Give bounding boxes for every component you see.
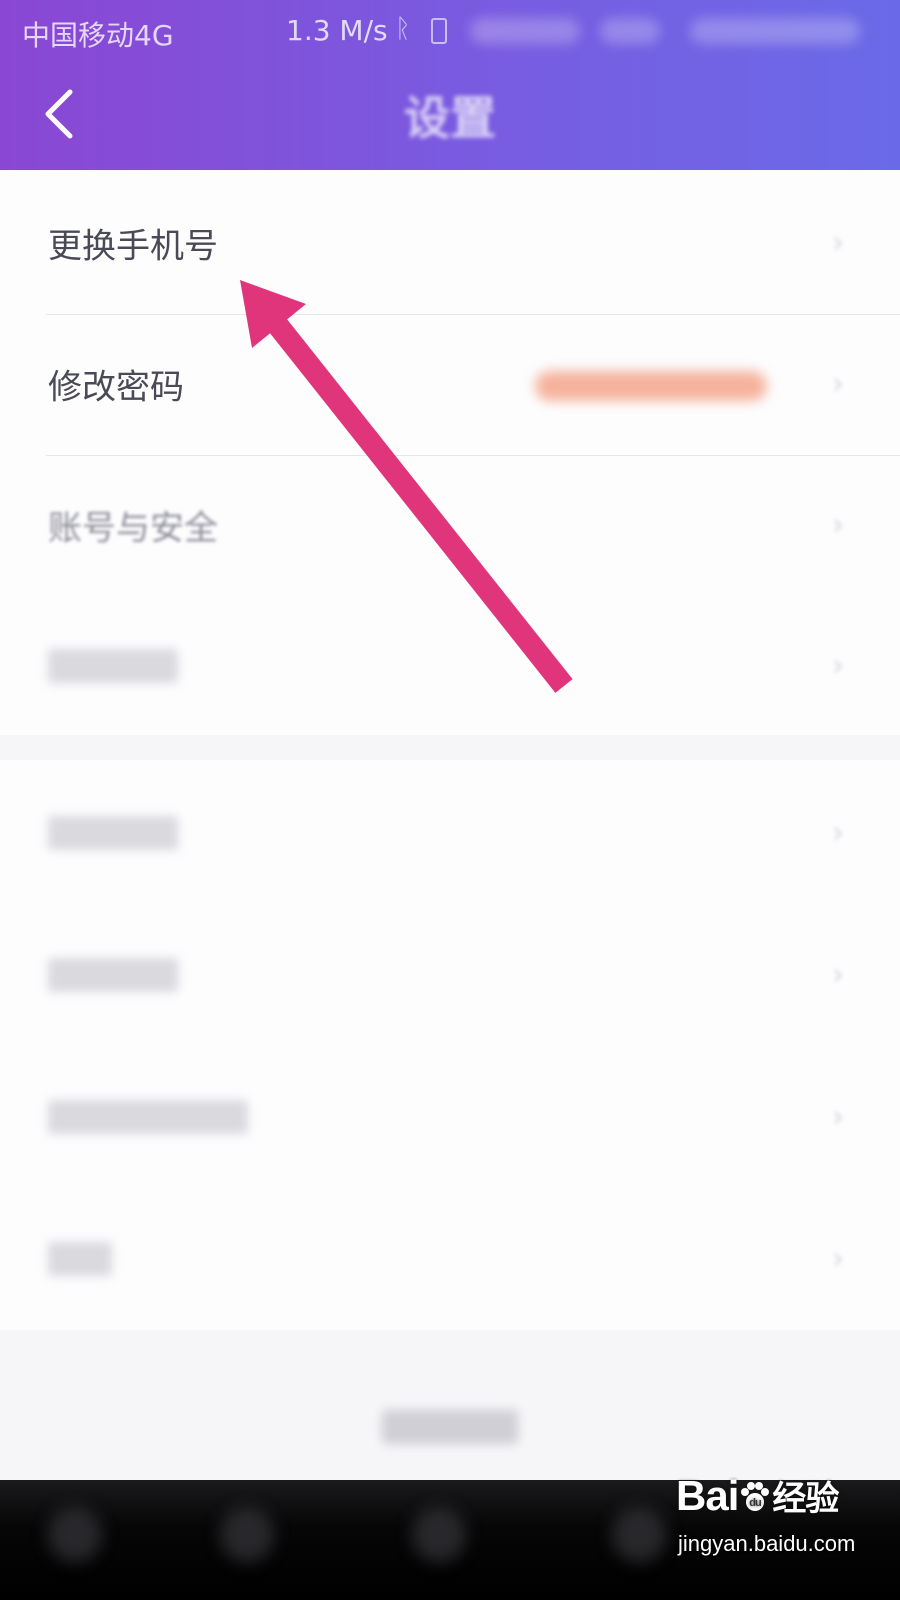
setting-label (48, 648, 178, 683)
nav-button-blurred[interactable] (412, 1508, 466, 1562)
watermark-url: jingyan.baidu.com (678, 1531, 856, 1556)
setting-row-blurred[interactable]: › (0, 902, 900, 1047)
setting-row-blurred[interactable]: › (0, 1186, 900, 1331)
setting-label (48, 815, 178, 850)
settings-group-account: 更换手机号 › 修改密码 › 账号与安全 › › (0, 170, 900, 735)
status-bar: 中国移动4G 1.3 M/s ᚱ (0, 0, 900, 64)
setting-row-blurred[interactable]: › (0, 760, 900, 905)
setting-label (48, 957, 178, 992)
setting-row-blurred[interactable]: › (0, 1044, 900, 1189)
chevron-right-icon: › (832, 507, 844, 542)
page-title: 设置 (404, 91, 496, 145)
logout-button[interactable] (0, 1385, 900, 1465)
chevron-right-icon: › (832, 1241, 844, 1276)
setting-change-password[interactable]: 修改密码 › (0, 311, 900, 456)
setting-label: 更换手机号 (48, 226, 218, 266)
baidu-jingyan-watermark: Bai du 经验 jingyan.baidu.com (676, 1465, 876, 1590)
chevron-right-icon: › (832, 225, 844, 260)
paw-icon: du (741, 1482, 770, 1511)
app-header: 中国移动4G 1.3 M/s ᚱ 设置 (0, 0, 900, 170)
bluetooth-icon: ᚱ (395, 14, 411, 44)
setting-change-phone[interactable]: 更换手机号 › (0, 170, 900, 315)
setting-label: 修改密码 (48, 367, 184, 407)
carrier-label: 中国移动4G (22, 19, 174, 52)
setting-label (48, 1099, 248, 1134)
svg-text:du: du (750, 1497, 762, 1509)
watermark-logo: Bai du 经验 (676, 1472, 839, 1519)
chevron-right-icon: › (832, 648, 844, 683)
nav-button-blurred[interactable] (220, 1508, 274, 1562)
settings-group-general: › › › › (0, 760, 900, 1330)
status-time-blurred (690, 18, 860, 44)
status-icons-blurred (470, 18, 580, 44)
logout-label (382, 1410, 518, 1444)
nav-button-blurred[interactable] (612, 1508, 666, 1562)
chevron-right-icon: › (832, 1099, 844, 1134)
vibrate-icon (431, 18, 447, 44)
status-icons-blurred-2 (600, 18, 660, 44)
password-hint-blurred (535, 371, 767, 401)
setting-account-security[interactable]: 账号与安全 › (0, 452, 900, 597)
network-speed: 1.3 M/s (286, 14, 388, 47)
chevron-right-icon: › (832, 366, 844, 401)
chevron-right-icon: › (832, 957, 844, 992)
setting-label: 账号与安全 (48, 508, 218, 548)
setting-label (48, 1241, 112, 1276)
setting-row-blurred[interactable]: › (0, 593, 900, 738)
nav-button-blurred[interactable] (48, 1508, 102, 1562)
chevron-right-icon: › (832, 815, 844, 850)
